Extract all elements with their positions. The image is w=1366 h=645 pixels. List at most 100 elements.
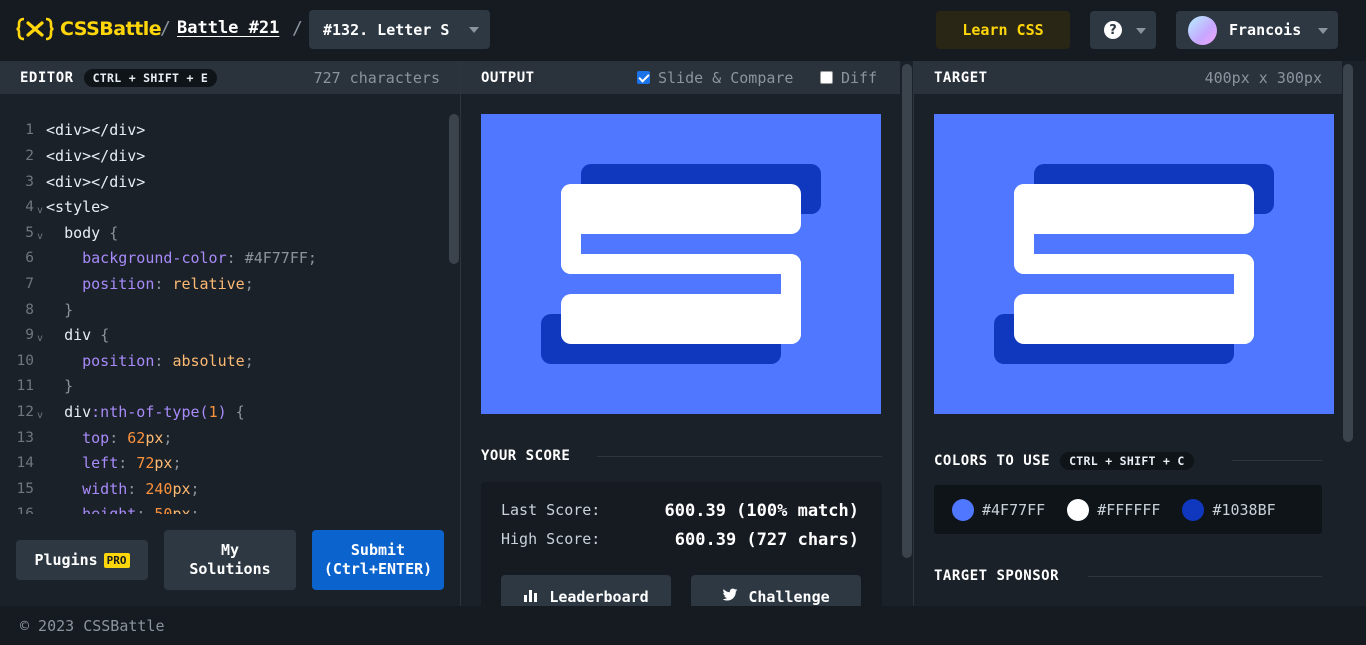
code-line: 10 position: absolute; — [0, 348, 440, 374]
target-select-label: #132. Letter S — [323, 20, 450, 39]
bar-chart-icon — [523, 588, 539, 606]
colors-shortcut-badge: CTRL + SHIFT + C — [1060, 452, 1194, 470]
code-line: 1 <div></div> — [0, 117, 440, 143]
high-score-row: High Score: 600.39 (727 chars) — [501, 530, 881, 550]
cssbattle-logo-icon — [16, 16, 54, 42]
line-number: 11 — [16, 377, 34, 394]
editor-scrollbar[interactable] — [449, 114, 459, 264]
target-scrollbar[interactable] — [1343, 64, 1353, 442]
username: Francois — [1229, 21, 1302, 39]
last-score-label: Last Score: — [501, 501, 601, 519]
copyright-text: © 2023 CSSBattle — [20, 616, 165, 635]
code-value: relative — [172, 274, 245, 293]
code-unit: px — [154, 453, 173, 472]
color-swatch[interactable]: #4F77FF — [952, 498, 1046, 521]
target-canvas — [934, 114, 1334, 414]
character-count: 727 characters — [313, 68, 440, 87]
slide-compare-checkbox[interactable] — [637, 71, 650, 84]
line-number: 16 — [16, 505, 34, 514]
my-solutions-button[interactable]: My Solutions — [164, 530, 296, 590]
line-number: 1 — [25, 121, 34, 138]
code-text: <div></div> — [46, 120, 146, 139]
diff-checkbox[interactable] — [820, 71, 833, 84]
learn-css-button[interactable]: Learn CSS — [936, 11, 1070, 49]
color-swatch[interactable]: #1038BF — [1182, 498, 1276, 521]
slide-compare-toggle[interactable]: Slide & Compare — [637, 69, 793, 87]
code-property: background-color — [82, 248, 227, 267]
target-header: TARGET 400px x 300px — [914, 61, 1342, 94]
divider — [597, 456, 882, 457]
pro-badge: PRO — [103, 552, 130, 568]
panel-divider[interactable] — [460, 61, 461, 606]
my-solutions-label-line1: My — [220, 541, 240, 559]
line-number: 6 — [25, 249, 34, 266]
score-section-title: YOUR SCORE — [481, 448, 571, 464]
fold-chevron-icon[interactable]: v — [34, 205, 46, 216]
code-number: 1 — [208, 402, 218, 421]
help-menu-button[interactable]: ? — [1090, 11, 1156, 49]
code-property: position — [82, 351, 155, 370]
line-number: 4 — [25, 198, 34, 215]
plugins-label: Plugins — [34, 551, 98, 569]
code-property: position — [82, 274, 155, 293]
code-property: height — [82, 504, 137, 514]
challenge-label: Challenge — [748, 588, 830, 606]
code-line: 3 <div></div> — [0, 169, 440, 195]
code-property: left — [82, 453, 119, 472]
target-title: TARGET — [934, 69, 988, 86]
target-select[interactable]: #132. Letter S — [309, 10, 490, 49]
plugins-button[interactable]: Plugins PRO — [16, 540, 148, 580]
code-property: top — [82, 428, 110, 447]
fold-chevron-icon[interactable]: v — [34, 231, 46, 242]
code-editor[interactable]: 1 <div></div> 2 <div></div> 3 <div></div> 4… — [0, 94, 460, 514]
line-number: 14 — [16, 454, 34, 471]
letter-bar-bottom — [1014, 294, 1254, 344]
line-number: 7 — [25, 275, 34, 292]
last-score-row: Last Score: 600.39 (100% match) — [501, 501, 881, 521]
code-number: 62 — [127, 428, 146, 447]
color-swatch[interactable]: #FFFFFF — [1067, 498, 1161, 521]
high-score-value: 600.39 (727 chars) — [674, 530, 859, 550]
avatar — [1188, 15, 1217, 45]
color-hex-label: #FFFFFF — [1097, 500, 1161, 519]
submit-button[interactable]: Submit (Ctrl+ENTER) — [312, 530, 444, 590]
diff-label: Diff — [841, 68, 878, 87]
code-line: 7 position: relative; — [0, 271, 440, 297]
panel-divider[interactable] — [913, 61, 914, 606]
letter-bar-middle — [1014, 254, 1254, 274]
diff-toggle[interactable]: Diff — [820, 69, 877, 87]
line-number: 10 — [16, 352, 34, 369]
code-line: 12 v div:nth-of-type(1) { — [0, 399, 440, 425]
code-line: 8 } — [0, 297, 440, 323]
code-line: 9v div { — [0, 322, 440, 348]
code-property: width — [82, 479, 128, 498]
code-line: 15 width: 240px; — [0, 476, 440, 502]
chevron-down-icon — [1136, 28, 1146, 34]
code-line: 6 background-color: #4F77FF; — [0, 245, 440, 271]
code-unit: px — [172, 504, 191, 514]
colors-title-label: COLORS TO USE — [934, 453, 1051, 469]
output-canvas[interactable] — [481, 114, 881, 414]
code-pseudo: :nth-of-type( — [91, 402, 209, 421]
breadcrumb-separator: / — [160, 18, 171, 39]
code-text: <div></div> — [46, 172, 146, 191]
last-score-value: 600.39 (100% match) — [664, 501, 859, 521]
editor-shortcut-badge: CTRL + SHIFT + E — [83, 68, 218, 87]
battle-link[interactable]: Battle #21 — [177, 18, 279, 38]
logo[interactable]: CSSBattle — [16, 16, 162, 42]
code-number: 240 — [145, 479, 173, 498]
output-scrollbar[interactable] — [902, 64, 912, 558]
code-selector: body — [64, 223, 101, 242]
color-hex-label: #4F77FF — [982, 500, 1046, 519]
fold-chevron-icon[interactable]: v — [34, 333, 46, 344]
code-number: 72 — [136, 453, 155, 472]
editor-title: EDITOR — [20, 69, 74, 86]
user-menu-button[interactable]: Francois — [1176, 11, 1338, 49]
code-text: <style> — [46, 197, 110, 216]
line-number: 3 — [25, 173, 34, 190]
code-line: 13 top: 62px; — [0, 425, 440, 451]
code-unit: px — [145, 428, 164, 447]
fold-chevron-icon[interactable]: v — [34, 410, 46, 421]
submit-label-line2: (Ctrl+ENTER) — [323, 560, 433, 578]
editor-header: EDITOR CTRL + SHIFT + E 727 characters — [0, 61, 460, 94]
